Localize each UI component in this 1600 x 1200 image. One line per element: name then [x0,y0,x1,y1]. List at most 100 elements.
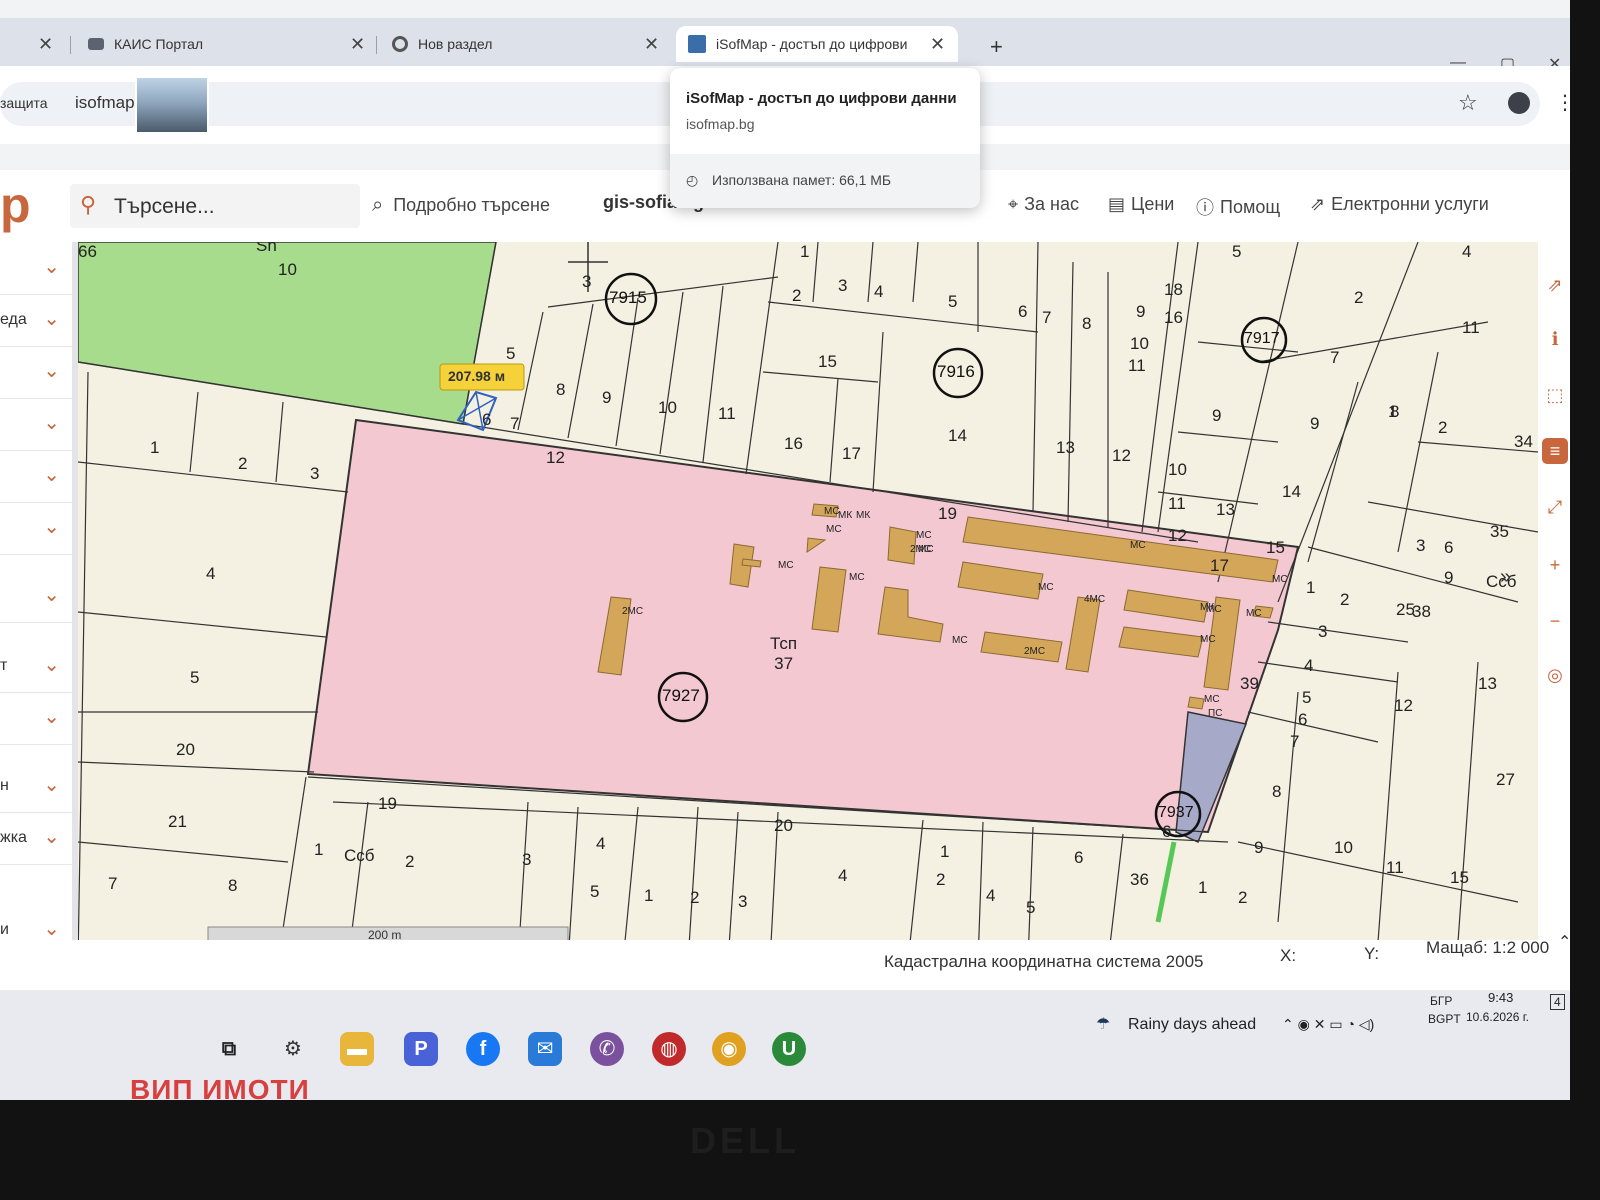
ruler-icon[interactable]: ≡ [1542,438,1568,464]
nav-prices-label: Цени [1131,194,1175,214]
chevron-down-icon[interactable]: ⌄ [43,358,60,383]
chevron-down-icon[interactable]: ⌄ [43,582,60,607]
hover-card-url: isofmap.bg [686,116,755,132]
clock-time[interactable]: 9:43 [1488,990,1513,1005]
parcel-number: 1 [314,840,324,859]
language-indicator[interactable]: БГР [1430,994,1452,1008]
info-icon[interactable]: ℹ [1542,326,1568,352]
sidebar-item[interactable]: ⌄ [0,400,72,451]
chrome-icon[interactable]: ◉ [712,1032,746,1066]
nav-eservices[interactable]: ⇗ Електронни услуги [1310,194,1489,215]
close-tab-icon[interactable]: ✕ [930,34,945,55]
sidebar-item[interactable]: ⌄ [0,504,72,555]
sidebar-item[interactable]: ⌄ [0,572,72,623]
weather-text[interactable]: Rainy days ahead [1128,1016,1256,1034]
parcel-number: 12 [546,448,565,467]
tray-icons[interactable]: ⌃ ◉ ✕ ▭ ◔ ◁) [1282,1016,1374,1033]
parcel-number: 15 [1266,538,1285,557]
chevron-down-icon[interactable]: ⌄ [43,916,60,941]
close-tab-icon[interactable]: ✕ [644,34,659,55]
viber-icon[interactable]: ✆ [590,1032,624,1066]
fullscreen-icon[interactable]: ⤢ [1542,494,1568,520]
settings-gear-icon[interactable]: ⚙ [276,1032,310,1066]
sidebar-item[interactable]: ⌄ [0,694,72,745]
profile-avatar[interactable] [1508,92,1530,114]
chevron-up-icon[interactable]: ⌃ [1558,932,1570,952]
parcel-number: 9 [602,388,612,407]
tab-title: iSofMap - достъп до цифрови [716,36,908,52]
search-input[interactable]: Търсене... [114,195,215,219]
nav-about[interactable]: ⌖ За нас [1008,194,1079,215]
building-label: 4МС [1084,594,1106,605]
chevron-down-icon[interactable]: ⌄ [43,772,60,797]
keyboard-layout[interactable]: BGPT [1428,1012,1461,1026]
nav-eservices-label: Електронни услуги [1331,194,1489,214]
tab-offscreen[interactable]: ✕ [0,26,60,62]
external-link-icon: ⇗ [1310,194,1326,214]
mail-icon[interactable]: ✉ [528,1032,562,1066]
sidebar-item[interactable]: еда ⌄ [0,296,72,347]
block-number: 7916 [937,362,975,381]
app-logo[interactable]: p [0,176,31,234]
parcel-number: 27 [1496,770,1515,789]
sidebar-item[interactable]: жка ⌄ [0,814,72,865]
parcel-number: 19 [378,794,397,813]
sidebar-item[interactable]: ⌄ [0,244,72,295]
close-tab-icon[interactable]: ✕ [350,34,365,55]
facebook-icon[interactable]: f [466,1032,500,1066]
search-box[interactable]: ⚲ Търсене... [70,184,360,228]
memory-text: Използвана памет: 66,1 МБ [712,172,892,188]
advanced-search-link[interactable]: ⌕ Подробно търсене [372,194,550,217]
chevron-down-icon[interactable]: ⌄ [43,462,60,487]
menu-kebab-icon[interactable]: ⋮ [1555,90,1570,115]
select-area-icon[interactable]: ⬚ [1542,382,1568,408]
tab-isofmap[interactable]: iSofMap - достъп до цифрови ✕ [676,26,958,62]
map-canvas[interactable] [78,242,1538,962]
chevron-down-icon[interactable]: ⌄ [43,704,60,729]
bookmark-star-icon[interactable]: ☆ [1458,90,1478,116]
parcel-number: 5 [590,882,600,901]
site-info-label[interactable]: защита [0,95,48,111]
new-tab-button[interactable]: + [990,34,1003,60]
p-app-icon[interactable]: P [404,1032,438,1066]
share-icon[interactable]: ⇗ [1542,272,1568,298]
chevron-down-icon[interactable]: ⌄ [43,514,60,539]
cadastral-map[interactable]: 207.98 м Тсп 37 7915 7916 7917 7927 7937… [78,242,1538,962]
screen: ✕ КАИС Портал ✕ Нов раздел ✕ iSofMap - д… [0,0,1570,1100]
parcel-number: 10 [1130,334,1149,353]
parcel-number: 17 [1210,556,1229,575]
close-tab-icon[interactable]: ✕ [38,34,53,55]
chevron-down-icon[interactable]: ⌄ [43,652,60,677]
sidebar-item[interactable]: ⌄ [0,348,72,399]
nav-help-label: Помощ [1220,196,1281,217]
parcel-number: 1 [1306,578,1316,597]
zoom-out-icon[interactable]: − [1542,608,1568,634]
main-parcel[interactable] [306,418,1300,834]
u-app-icon[interactable]: U [772,1032,806,1066]
parcel-number: 5 [1302,688,1312,707]
chevron-down-icon[interactable]: ⌄ [43,306,60,331]
building-label: МС [849,572,865,583]
sidebar-item[interactable]: ⌄ [0,452,72,503]
task-view-icon[interactable]: ⧉ [212,1032,246,1066]
expand-panel-icon[interactable]: » [1500,566,1511,589]
folder-icon[interactable]: ▬ [340,1032,374,1066]
sidebar-item[interactable]: т ⌄ [0,642,72,693]
url-text[interactable]: isofmap [75,93,135,113]
tab-kais[interactable]: КАИС Портал ✕ [82,26,372,62]
sidebar-item[interactable]: н ⌄ [0,762,72,813]
chevron-down-icon[interactable]: ⌄ [43,824,60,849]
chevron-down-icon[interactable]: ⌄ [43,410,60,435]
notification-badge[interactable]: 4 [1550,994,1565,1010]
building-label: МК [856,510,871,521]
tab-new[interactable]: Нов раздел ✕ [388,26,668,62]
red-app-icon[interactable]: ◍ [652,1032,686,1066]
zoom-in-icon[interactable]: + [1542,552,1568,578]
clock-date[interactable]: 10.6.2026 г. [1466,1010,1529,1024]
nav-help[interactable]: ⓘ Помощ [1196,194,1280,220]
locate-icon[interactable]: ◎ [1542,662,1568,688]
monitor-brand-logo: DELL [690,1120,800,1161]
chevron-down-icon[interactable]: ⌄ [43,254,60,279]
nav-prices[interactable]: ▤ Цени [1108,194,1174,215]
parcel-number: 38 [1412,602,1431,621]
